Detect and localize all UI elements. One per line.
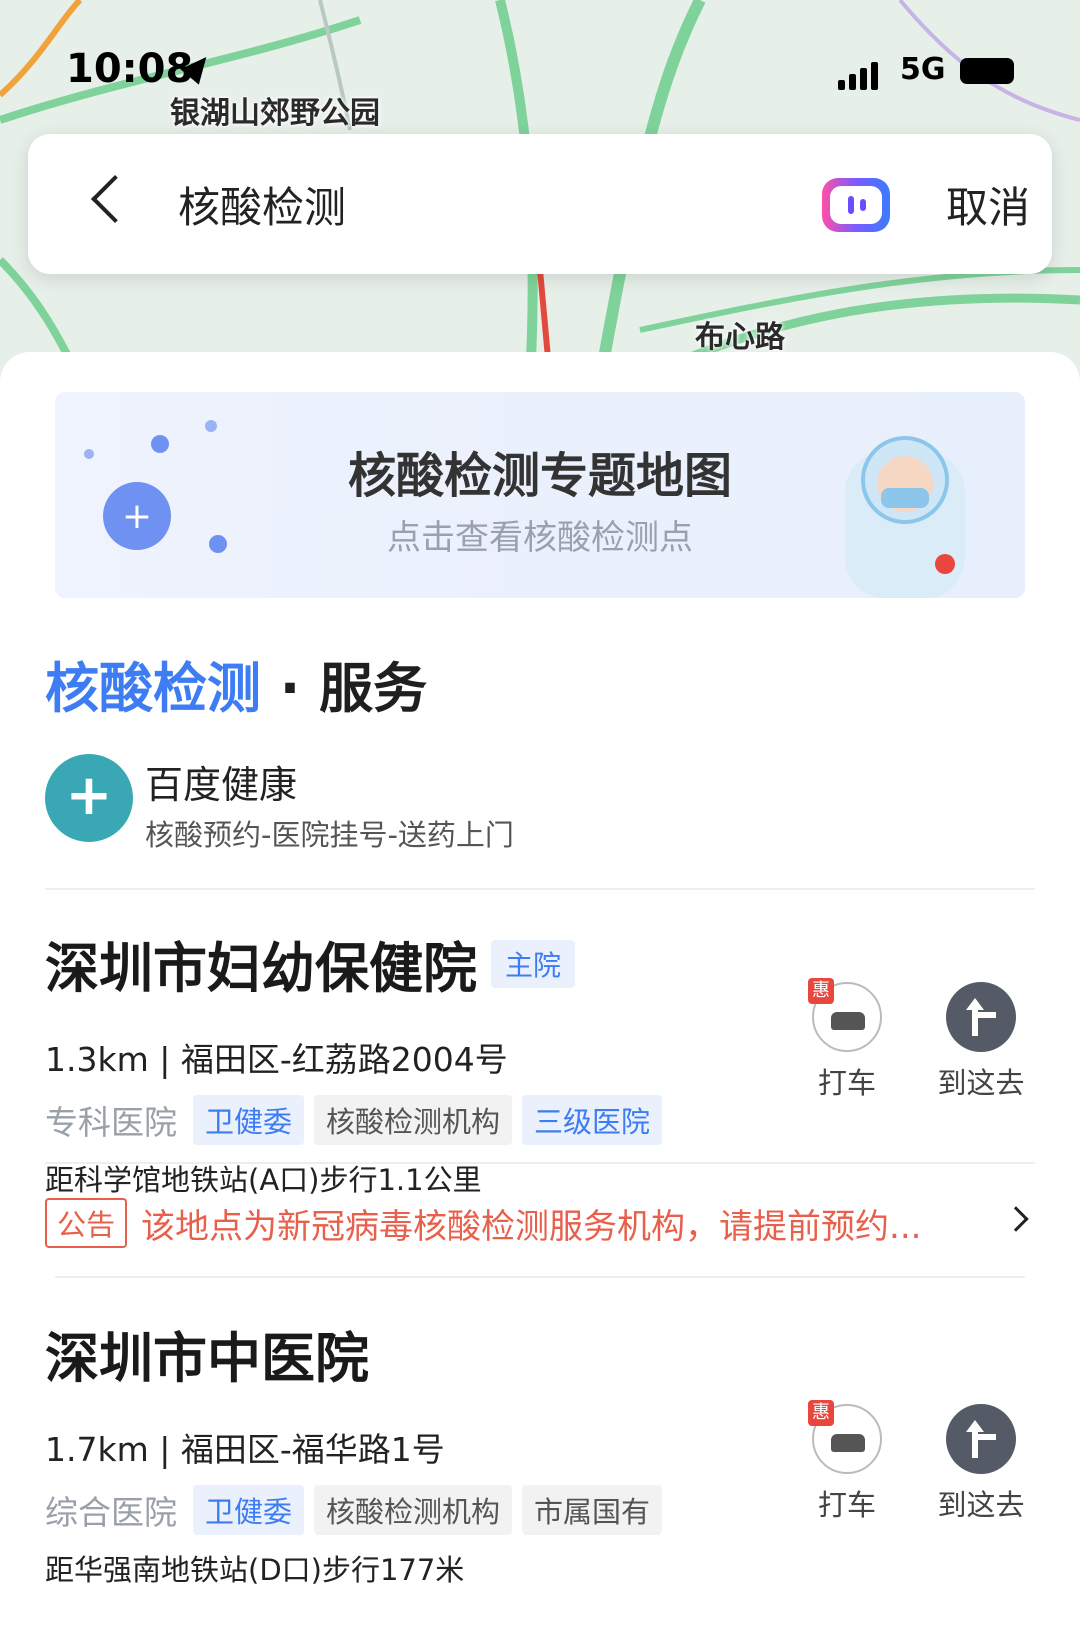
result-badge: 主院 (491, 939, 576, 988)
result-tag: 三级医院 (522, 1095, 663, 1145)
service-name: 百度健康 (145, 763, 298, 807)
topic-map-banner[interactable]: + 核酸检测专题地图 点击查看核酸检测点 (55, 392, 1025, 598)
voice-assistant-icon[interactable] (822, 178, 890, 232)
service-entry-baidu-health[interactable]: 百度健康 核酸预约-医院挂号-送药上门 (45, 754, 1035, 854)
taxi-button[interactable]: 惠 打车 (792, 1400, 902, 1524)
status-time: 10:08 (66, 46, 194, 92)
result-walk-info: 距华强南地铁站(D口)步行177米 (45, 1553, 465, 1587)
cancel-button[interactable]: 取消 (946, 174, 1030, 235)
result-distance: 1.3km (45, 1040, 149, 1079)
discount-badge: 惠 (808, 1400, 834, 1426)
navigate-label: 到这去 (937, 1066, 1025, 1100)
chevron-right-icon (1003, 1206, 1029, 1232)
map-label-road: 布心路 (695, 320, 785, 355)
result-tags: 专科医院 卫健委 核酸检测机构 三级医院 (45, 1095, 1035, 1145)
result-tag: 市属国有 (522, 1485, 663, 1535)
result-tag: 卫健委 (193, 1485, 305, 1535)
divider (45, 888, 1035, 890)
section-heading-rest: · 服务 (261, 657, 428, 720)
section-heading-highlight: 核酸检测 (45, 657, 261, 720)
search-input[interactable]: 核酸检测 (178, 174, 346, 235)
baidu-health-logo-icon (45, 754, 133, 842)
section-heading: 核酸检测 · 服务 (45, 644, 427, 723)
notice-text: 该地点为新冠病毒核酸检测服务机构，请提前预约... (141, 1206, 922, 1247)
banner-subtitle: 点击查看核酸检测点 (387, 518, 693, 558)
taxi-label: 打车 (817, 1488, 876, 1522)
navigate-arrow-icon (946, 1404, 1016, 1474)
battery-icon (960, 58, 1014, 84)
navigate-button[interactable]: 到这去 (926, 1404, 1036, 1524)
status-bar: 10:08 5G (0, 40, 1080, 100)
navigate-arrow-icon (946, 982, 1016, 1052)
navigate-button[interactable]: 到这去 (926, 982, 1036, 1102)
taxi-icon: 惠 (808, 1400, 882, 1474)
result-tag: 卫健委 (193, 1095, 305, 1145)
result-address: 福田区-福华路1号 (180, 1430, 445, 1469)
result-category: 专科医院 (45, 1103, 177, 1142)
network-type: 5G (900, 52, 946, 87)
notice-tag: 公告 (45, 1198, 128, 1248)
taxi-icon: 惠 (808, 978, 882, 1052)
search-bar: 核酸检测 取消 (28, 134, 1052, 274)
result-address: 福田区-红荔路2004号 (180, 1040, 508, 1079)
divider (45, 1162, 1035, 1164)
taxi-button[interactable]: 惠 打车 (792, 978, 902, 1102)
navigate-label: 到这去 (937, 1488, 1025, 1522)
result-tag: 核酸检测机构 (314, 1485, 513, 1535)
taxi-label: 打车 (817, 1066, 876, 1100)
divider (55, 1276, 1025, 1278)
discount-badge: 惠 (808, 978, 834, 1004)
result-category: 综合医院 (45, 1493, 177, 1532)
results-sheet: + 核酸检测专题地图 点击查看核酸检测点 核酸检测 · 服务 百度健康 核酸预约… (0, 352, 1080, 1643)
result-tag: 核酸检测机构 (314, 1095, 513, 1145)
banner-title: 核酸检测专题地图 (347, 448, 732, 504)
result-name: 深圳市中医院 (45, 1327, 369, 1390)
result-distance: 1.7km (45, 1430, 149, 1469)
back-chevron-icon[interactable] (90, 174, 140, 224)
service-description: 核酸预约-医院挂号-送药上门 (145, 818, 514, 852)
result-name: 深圳市妇幼保健院 (45, 937, 477, 1000)
notice-row[interactable]: 公告 该地点为新冠病毒核酸检测服务机构，请提前预约... (45, 1198, 1035, 1248)
signal-icon (838, 62, 878, 90)
